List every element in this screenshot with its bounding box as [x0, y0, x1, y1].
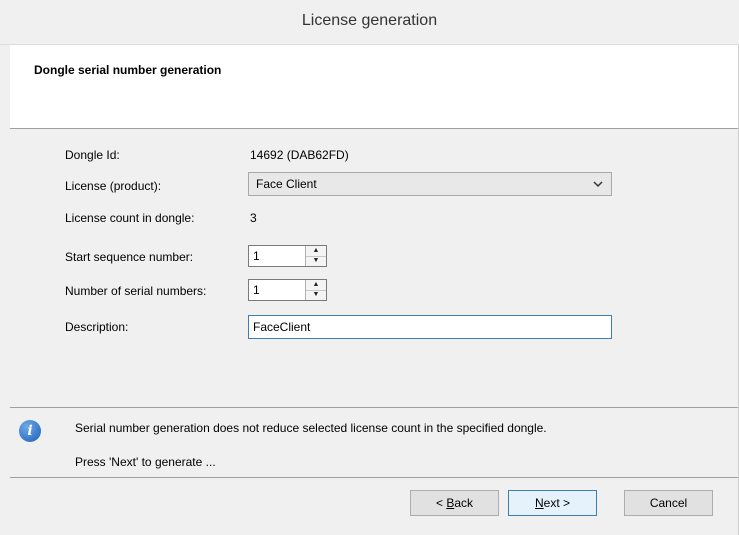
license-product-selected: Face Client — [256, 177, 317, 191]
info-panel: i Serial number generation does not redu… — [10, 409, 738, 477]
info-icon: i — [19, 420, 41, 442]
next-button[interactable]: Next > — [508, 490, 597, 516]
description-label: Description: — [65, 320, 129, 334]
page-title: Dongle serial number generation — [34, 63, 222, 77]
license-product-select[interactable]: Face Client — [248, 172, 612, 196]
spin-buttons: ▲ ▼ — [305, 246, 326, 266]
divider — [10, 407, 738, 408]
spin-down-icon[interactable]: ▼ — [306, 290, 326, 300]
wizard-header: Dongle serial number generation — [10, 45, 738, 129]
chevron-down-icon[interactable] — [593, 175, 603, 196]
description-value: FaceClient — [253, 320, 311, 334]
start-sequence-input[interactable]: 1 — [253, 249, 260, 263]
start-sequence-label: Start sequence number: — [65, 250, 194, 264]
dongle-id-label: Dongle Id: — [65, 148, 120, 162]
back-button-prefix: < — [435, 496, 447, 510]
info-message: Serial number generation does not reduce… — [75, 421, 547, 435]
next-button-label: ext > — [543, 496, 571, 510]
window-frame-left — [0, 45, 10, 535]
license-product-label: License (product): — [65, 179, 162, 193]
info-hint: Press 'Next' to generate ... — [75, 455, 216, 469]
number-of-serials-input[interactable]: 1 — [253, 283, 260, 297]
cancel-button[interactable]: Cancel — [624, 490, 713, 516]
next-button-accel: N — [534, 496, 544, 510]
back-button[interactable]: < Back — [410, 490, 499, 516]
button-bar: < Back Next > Cancel — [10, 478, 738, 535]
spin-buttons: ▲ ▼ — [305, 280, 326, 300]
dongle-id-value: 14692 (DAB62FD) — [250, 148, 349, 162]
title-bar: License generation — [0, 0, 739, 45]
form-area: Dongle Id: 14692 (DAB62FD) License (prod… — [10, 129, 738, 407]
description-input[interactable]: FaceClient — [248, 315, 612, 339]
number-of-serials-label: Number of serial numbers: — [65, 284, 207, 298]
spin-down-icon[interactable]: ▼ — [306, 256, 326, 266]
license-count-label: License count in dongle: — [65, 211, 195, 225]
start-sequence-stepper[interactable]: 1 ▲ ▼ — [248, 245, 327, 267]
license-count-value: 3 — [250, 211, 257, 225]
back-button-label: ack — [454, 496, 474, 510]
number-of-serials-stepper[interactable]: 1 ▲ ▼ — [248, 279, 327, 301]
window-title: License generation — [301, 12, 438, 29]
